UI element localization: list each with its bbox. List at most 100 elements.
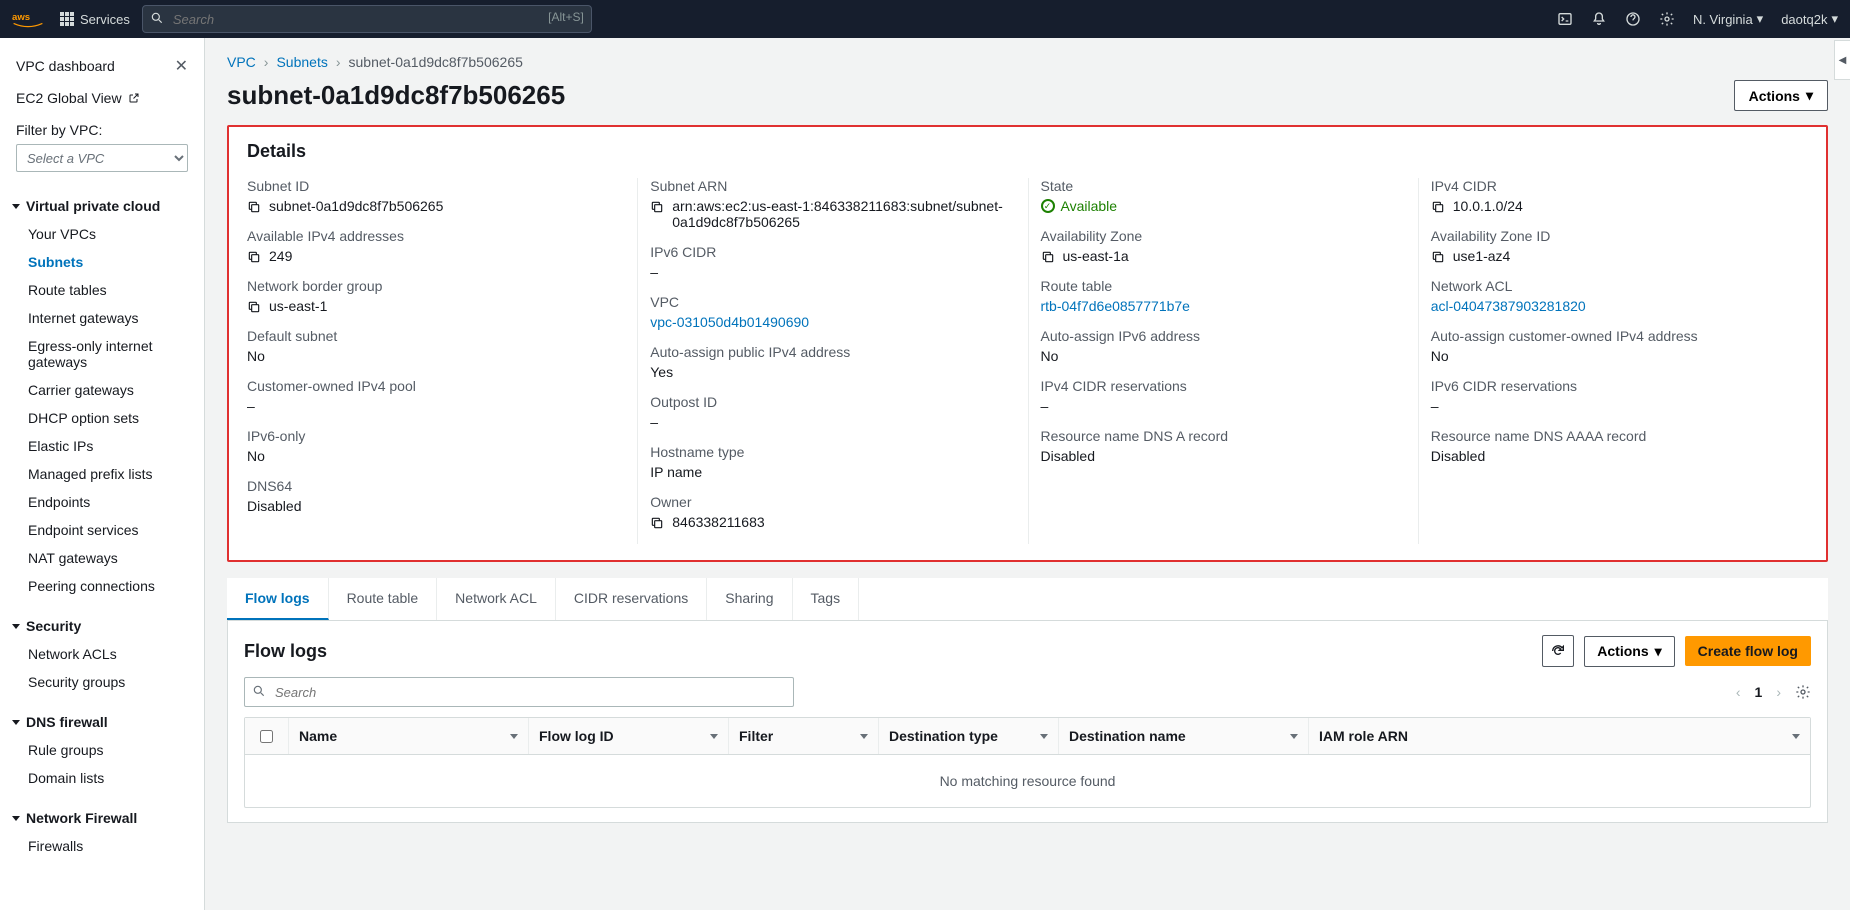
nav-section-header[interactable]: Security (0, 612, 204, 640)
region-selector[interactable]: N. Virginia▾ (1693, 11, 1763, 27)
nav-item-your-vpcs[interactable]: Your VPCs (0, 220, 204, 248)
nav-item-managed-prefix-lists[interactable]: Managed prefix lists (0, 460, 204, 488)
caret-down-icon: ▾ (1655, 643, 1662, 660)
sort-icon[interactable] (1792, 734, 1800, 739)
copy-icon[interactable] (247, 300, 261, 314)
column-name[interactable]: Name (289, 718, 529, 754)
page-next[interactable]: › (1776, 684, 1781, 700)
tab-route-table[interactable]: Route table (329, 578, 438, 620)
field-ipv6-cidr-reservations: IPv6 CIDR reservations– (1431, 378, 1808, 414)
copy-icon[interactable] (650, 200, 664, 214)
settings-icon[interactable] (1659, 11, 1675, 27)
field-state: StateAvailable (1041, 178, 1418, 214)
nav-item-nat-gateways[interactable]: NAT gateways (0, 544, 204, 572)
column-destination-type[interactable]: Destination type (879, 718, 1059, 754)
field-label: Auto-assign public IPv4 address (650, 344, 1027, 360)
field-value: – (1041, 398, 1418, 414)
actions-button[interactable]: Actions ▾ (1734, 80, 1828, 111)
link[interactable]: rtb-04f7d6e0857771b7e (1041, 298, 1190, 314)
column-iam-role-arn[interactable]: IAM role ARN (1309, 718, 1810, 754)
nav-section-header[interactable]: Network Firewall (0, 804, 204, 832)
tab-sharing[interactable]: Sharing (707, 578, 792, 620)
check-circle-icon (1041, 199, 1055, 213)
field-value: vpc-031050d4b01490690 (650, 314, 1027, 330)
link[interactable]: acl-04047387903281820 (1431, 298, 1586, 314)
column-filter[interactable]: Filter (729, 718, 879, 754)
search-icon (150, 11, 164, 25)
breadcrumb-vpc[interactable]: VPC (227, 54, 256, 70)
nav-item-subnets[interactable]: Subnets (0, 248, 204, 276)
copy-icon[interactable] (247, 200, 261, 214)
copy-icon[interactable] (1431, 250, 1445, 264)
column-flow-log-id[interactable]: Flow log ID (529, 718, 729, 754)
tab-tags[interactable]: Tags (793, 578, 860, 620)
flow-search-input[interactable] (244, 677, 794, 707)
vpc-filter-select[interactable]: Select a VPC (16, 144, 188, 172)
search-input[interactable] (142, 5, 592, 33)
nav-item-carrier-gateways[interactable]: Carrier gateways (0, 376, 204, 404)
copy-icon[interactable] (650, 516, 664, 530)
sort-icon[interactable] (1040, 734, 1048, 739)
nav-item-egress-only-internet-gateways[interactable]: Egress-only internet gateways (0, 332, 204, 376)
field-label: DNS64 (247, 478, 637, 494)
flow-actions-button[interactable]: Actions ▾ (1584, 636, 1674, 667)
field-label: Availability Zone (1041, 228, 1418, 244)
nav-section-header[interactable]: DNS firewall (0, 708, 204, 736)
sort-icon[interactable] (860, 734, 868, 739)
nav-item-route-tables[interactable]: Route tables (0, 276, 204, 304)
field-resource-name-dns-a-record: Resource name DNS A recordDisabled (1041, 428, 1418, 464)
grid-icon (60, 12, 74, 26)
aws-logo[interactable]: aws (12, 9, 44, 29)
nav-item-rule-groups[interactable]: Rule groups (0, 736, 204, 764)
nav-item-firewalls[interactable]: Firewalls (0, 832, 204, 860)
chevron-right-icon: › (264, 54, 269, 70)
field-value: Yes (650, 364, 1027, 380)
field-label: Auto-assign IPv6 address (1041, 328, 1418, 344)
nav-item-dhcp-option-sets[interactable]: DHCP option sets (0, 404, 204, 432)
refresh-icon (1550, 643, 1566, 659)
tab-cidr-reservations[interactable]: CIDR reservations (556, 578, 707, 620)
nav-item-network-acls[interactable]: Network ACLs (0, 640, 204, 668)
copy-icon[interactable] (1041, 250, 1055, 264)
help-panel-toggle[interactable]: ◀ (1834, 40, 1850, 80)
sort-icon[interactable] (510, 734, 518, 739)
breadcrumb-subnets[interactable]: Subnets (276, 54, 327, 70)
nav-section-header[interactable]: Virtual private cloud (0, 192, 204, 220)
field-value: us-east-1 (247, 298, 637, 314)
nav-item-endpoints[interactable]: Endpoints (0, 488, 204, 516)
ec2-global-view-link[interactable]: EC2 Global View (0, 86, 204, 118)
nav-item-security-groups[interactable]: Security groups (0, 668, 204, 696)
nav-item-domain-lists[interactable]: Domain lists (0, 764, 204, 792)
field-value: us-east-1a (1041, 248, 1418, 264)
page-prev[interactable]: ‹ (1736, 684, 1741, 700)
create-flow-log-button[interactable]: Create flow log (1685, 636, 1811, 666)
user-menu[interactable]: daotq2k▾ (1781, 11, 1838, 27)
copy-icon[interactable] (1431, 200, 1445, 214)
services-button[interactable]: Services (60, 12, 130, 27)
nav-item-internet-gateways[interactable]: Internet gateways (0, 304, 204, 332)
copy-icon[interactable] (247, 250, 261, 264)
notifications-icon[interactable] (1591, 11, 1607, 27)
sort-icon[interactable] (710, 734, 718, 739)
gear-icon[interactable] (1795, 684, 1811, 700)
select-all-checkbox[interactable] (245, 718, 289, 754)
field-availability-zone-id: Availability Zone IDuse1-az4 (1431, 228, 1808, 264)
field-value: – (1431, 398, 1808, 414)
field-label: Subnet ARN (650, 178, 1027, 194)
refresh-button[interactable] (1542, 635, 1574, 667)
link[interactable]: vpc-031050d4b01490690 (650, 314, 809, 330)
field-label: Resource name DNS AAAA record (1431, 428, 1808, 444)
tab-network-acl[interactable]: Network ACL (437, 578, 556, 620)
global-search: [Alt+S] (142, 5, 592, 33)
nav-item-peering-connections[interactable]: Peering connections (0, 572, 204, 600)
help-icon[interactable] (1625, 11, 1641, 27)
column-destination-name[interactable]: Destination name (1059, 718, 1309, 754)
nav-item-elastic-ips[interactable]: Elastic IPs (0, 432, 204, 460)
tab-flow-logs[interactable]: Flow logs (227, 578, 329, 620)
cloudshell-icon[interactable] (1557, 11, 1573, 27)
sort-icon[interactable] (1290, 734, 1298, 739)
close-icon[interactable]: ✕ (175, 56, 188, 76)
nav-item-endpoint-services[interactable]: Endpoint services (0, 516, 204, 544)
field-value: 10.0.1.0/24 (1431, 198, 1808, 214)
field-label: Customer-owned IPv4 pool (247, 378, 637, 394)
